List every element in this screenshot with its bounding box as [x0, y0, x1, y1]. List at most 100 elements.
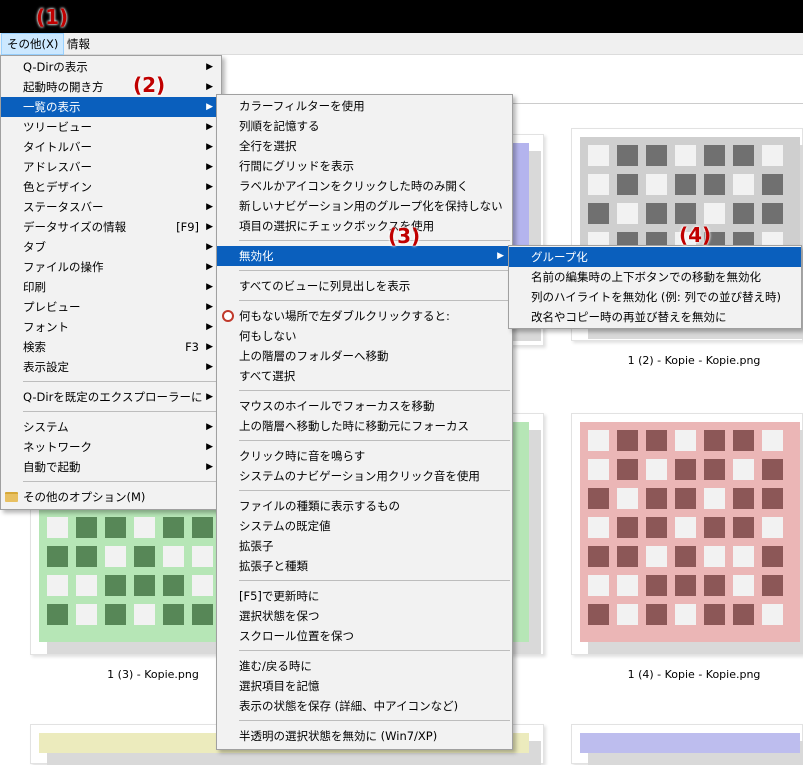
- menu-item-label: フォント: [23, 320, 69, 334]
- shortcut-label: [F9]: [176, 220, 199, 234]
- menu-item[interactable]: データサイズの情報 [F9] ▶: [1, 217, 221, 237]
- submenu-arrow-icon: ▶: [206, 162, 213, 172]
- menu-item[interactable]: システムの既定値: [217, 516, 512, 536]
- thumbnail-cell: [47, 575, 68, 596]
- menu-item[interactable]: 上の階層へ移動した時に移動元にフォーカス: [217, 416, 512, 436]
- menu-item[interactable]: 色とデザイン ▶: [1, 177, 221, 197]
- menu-item[interactable]: 無効化 ▶: [217, 246, 512, 266]
- thumbnail-cell: [134, 546, 155, 567]
- menu-item[interactable]: 列のハイライトを無効化 (例: 列での並び替え時): [509, 287, 801, 307]
- thumbnail-cell: [617, 517, 638, 538]
- thumbnail-cell: [733, 575, 754, 596]
- thumbnail-cell: [76, 546, 97, 567]
- menu-item-label: システムのナビゲーション用クリック音を使用: [239, 469, 480, 483]
- menu-item[interactable]: マウスのホイールでフォーカスを移動: [217, 396, 512, 416]
- submenu-arrow-icon: ▶: [206, 262, 213, 272]
- submenu-arrow-icon: ▶: [206, 182, 213, 192]
- thumbnail-cell: [762, 517, 783, 538]
- menu-item[interactable]: 名前の編集時の上下ボタンでの移動を無効化: [509, 267, 801, 287]
- file-tile[interactable]: [571, 413, 803, 655]
- menu-item[interactable]: 選択状態を保つ: [217, 606, 512, 626]
- file-thumbnail: [580, 733, 803, 765]
- submenu-arrow-icon: ▶: [206, 362, 213, 372]
- file-tile[interactable]: [571, 724, 803, 765]
- menu-item[interactable]: システムのナビゲーション用クリック音を使用: [217, 466, 512, 486]
- menu-item[interactable]: 何もない場所で左ダブルクリックすると:: [217, 306, 512, 326]
- menu-item[interactable]: 全行を選択: [217, 136, 512, 156]
- menu-item-label: 名前の編集時の上下ボタンでの移動を無効化: [531, 270, 761, 284]
- menu-item[interactable]: [F5]で更新時に: [217, 586, 512, 606]
- menu-item[interactable]: 表示設定 ▶: [1, 357, 221, 377]
- menu-item[interactable]: ファイルの操作 ▶: [1, 257, 221, 277]
- menu-item[interactable]: 改名やコピー時の再並び替えを無効に: [509, 307, 801, 327]
- menu-item[interactable]: 上の階層のフォルダーへ移動: [217, 346, 512, 366]
- menu-item[interactable]: ステータスバー ▶: [1, 197, 221, 217]
- menu-item-label: 一覧の表示: [23, 100, 81, 114]
- menu-item[interactable]: ツリービュー ▶: [1, 117, 221, 137]
- menu-item[interactable]: アドレスバー ▶: [1, 157, 221, 177]
- menu-item[interactable]: すべて選択: [217, 366, 512, 386]
- menu-item[interactable]: 新しいナビゲーション用のグループ化を保持しない: [217, 196, 512, 216]
- menu-item[interactable]: タイトルバー ▶: [1, 137, 221, 157]
- menu-item[interactable]: 行間にグリッドを表示: [217, 156, 512, 176]
- menu-separator: [239, 440, 510, 441]
- menu-item-label: Q-Dirを既定のエクスプローラーに: [23, 390, 203, 404]
- thumbnail-cell: [588, 517, 609, 538]
- menu-item[interactable]: ネットワーク ▶: [1, 437, 221, 457]
- menu-item[interactable]: ラベルかアイコンをクリックした時のみ開く: [217, 176, 512, 196]
- menu-info[interactable]: 情報: [62, 33, 95, 55]
- menu-item[interactable]: 拡張子: [217, 536, 512, 556]
- menu-item[interactable]: その他のオプション(M): [1, 487, 221, 507]
- menu-separator: [23, 481, 219, 482]
- menu-other[interactable]: その他(X): [1, 33, 65, 55]
- thumbnail-cell: [105, 546, 126, 567]
- menu-item[interactable]: 半透明の選択状態を無効に (Win7/XP): [217, 726, 512, 746]
- menu-item[interactable]: 何もしない: [217, 326, 512, 346]
- annotation-3: (3): [388, 224, 421, 248]
- menu-item[interactable]: 拡張子と種類: [217, 556, 512, 576]
- menu-item-label: マウスのホイールでフォーカスを移動: [239, 399, 435, 413]
- menu-item-label: 拡張子: [239, 539, 274, 553]
- menu-item[interactable]: プレビュー ▶: [1, 297, 221, 317]
- menu-item[interactable]: ファイルの種類に表示するもの: [217, 496, 512, 516]
- thumbnail-cell: [105, 604, 126, 625]
- menu-item[interactable]: システム ▶: [1, 417, 221, 437]
- thumbnail-cell: [733, 546, 754, 567]
- menu-item[interactable]: クリック時に音を鳴らす: [217, 446, 512, 466]
- thumbnail-cell: [675, 145, 696, 166]
- thumbnail-cell: [588, 203, 609, 224]
- menu-item[interactable]: 自動で起動 ▶: [1, 457, 221, 477]
- menu-item[interactable]: 選択項目を記憶: [217, 676, 512, 696]
- menu-item[interactable]: 一覧の表示 ▶: [1, 97, 221, 117]
- thumbnail-cell: [617, 546, 638, 567]
- menu-item[interactable]: タブ ▶: [1, 237, 221, 257]
- menu-item[interactable]: 印刷 ▶: [1, 277, 221, 297]
- menu-item[interactable]: 列順を記憶する: [217, 116, 512, 136]
- menu-item[interactable]: 起動時の開き方 ▶: [1, 77, 221, 97]
- window-titlebar: [0, 0, 803, 33]
- thumbnail-cell: [588, 430, 609, 451]
- menu-item[interactable]: 項目の選択にチェックボックスを使用: [217, 216, 512, 236]
- menu-item[interactable]: すべてのビューに列見出しを表示: [217, 276, 512, 296]
- menu-item[interactable]: グループ化: [509, 247, 801, 267]
- menu-item-label: その他のオプション(M): [23, 490, 146, 504]
- submenu-arrow-icon: ▶: [206, 122, 213, 132]
- thumbnail-cell: [617, 174, 638, 195]
- thumbnail-cell: [76, 604, 97, 625]
- menu-item[interactable]: 表示の状態を保存 (詳細、中アイコンなど): [217, 696, 512, 716]
- thumbnail-cell: [105, 575, 126, 596]
- menu-item[interactable]: Q-Dirの表示 ▶: [1, 57, 221, 77]
- menu-item[interactable]: Q-Dirを既定のエクスプローラーに ▶: [1, 387, 221, 407]
- menu-item[interactable]: カラーフィルターを使用: [217, 96, 512, 116]
- menu-item[interactable]: フォント ▶: [1, 317, 221, 337]
- menu-item-label: すべて選択: [239, 369, 296, 383]
- other-menu: Q-Dirの表示 ▶ 起動時の開き方 ▶ 一覧の表示 ▶ ツリービュー ▶ タイトルバー ▶ アドレ…: [0, 55, 222, 510]
- menu-item[interactable]: 進む/戻る時に: [217, 656, 512, 676]
- thumbnail-cell: [588, 604, 609, 625]
- submenu-arrow-icon: ▶: [206, 422, 213, 432]
- thumbnail-cell: [588, 174, 609, 195]
- thumbnail-cell: [733, 517, 754, 538]
- menu-item-label: ツリービュー: [23, 120, 92, 134]
- menu-item[interactable]: スクロール位置を保つ: [217, 626, 512, 646]
- menu-item[interactable]: 検索 F3 ▶: [1, 337, 221, 357]
